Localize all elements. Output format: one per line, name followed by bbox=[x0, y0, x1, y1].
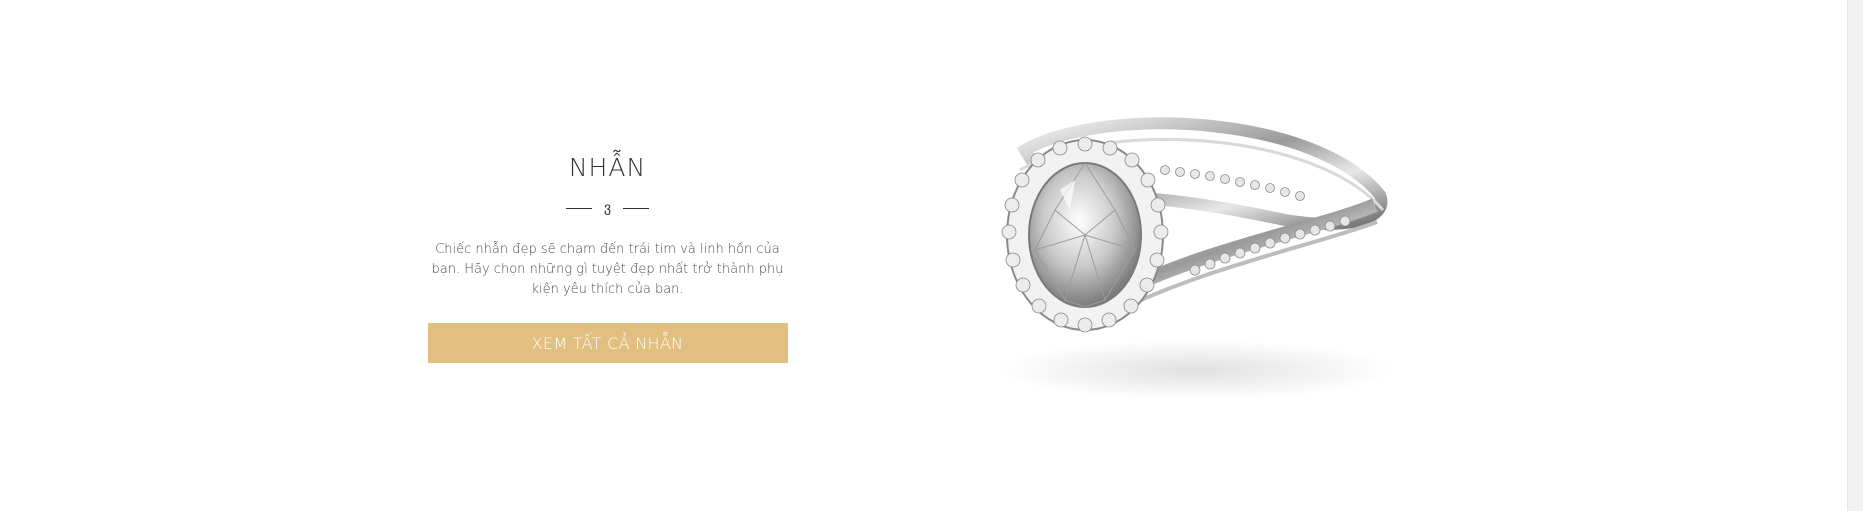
ornament-icon: ვ bbox=[603, 200, 612, 216]
ring-product-image[interactable] bbox=[985, 110, 1425, 410]
section-title: NHẪN bbox=[568, 153, 647, 182]
divider-line-left bbox=[565, 207, 592, 209]
diamond-ring-illustration bbox=[995, 117, 1395, 400]
scrollbar-track[interactable] bbox=[1847, 0, 1863, 511]
divider-line-right bbox=[623, 207, 650, 209]
section-description: Chiếc nhẫn đẹp sẽ chạm đến trái tim và l… bbox=[431, 242, 784, 297]
title-divider: ვ bbox=[415, 200, 800, 216]
rings-intro: NHẪN ვ Chiếc nhẫn đẹp sẽ chạm đến trái t… bbox=[415, 148, 800, 363]
view-all-rings-button[interactable]: XEM TẤT CẢ NHẪN bbox=[427, 323, 788, 363]
